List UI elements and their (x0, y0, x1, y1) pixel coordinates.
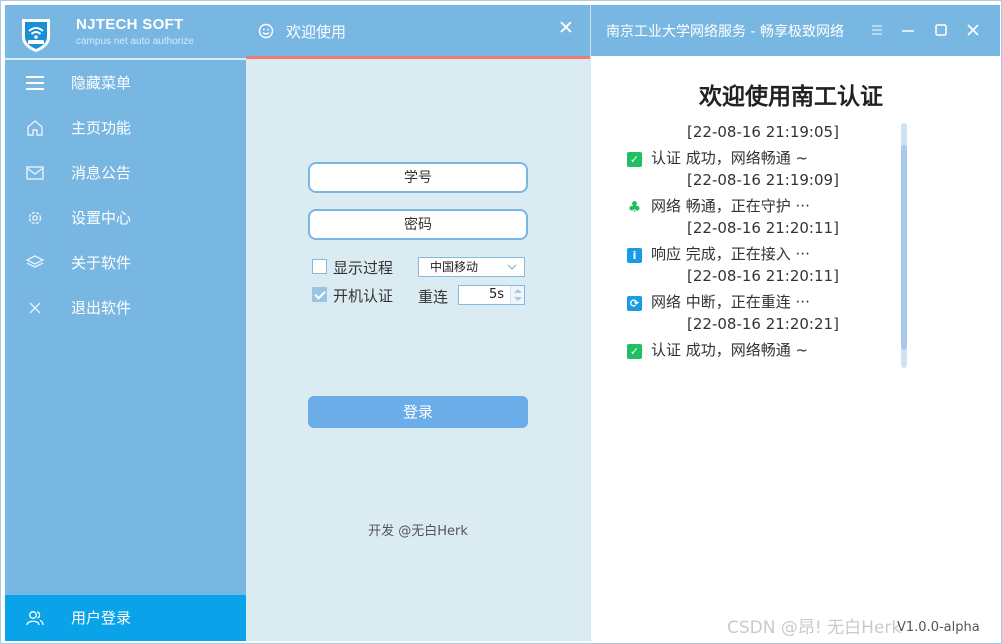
sidebar-item-announcements[interactable]: 消息公告 (5, 150, 246, 195)
brand-header: NJTECH SOFT campus net auto authorize (5, 5, 246, 58)
sidebar-item-exit[interactable]: 退出软件 (5, 285, 246, 330)
sidebar-item-hide-menu[interactable]: 隐藏菜单 (5, 60, 246, 105)
stepper-buttons[interactable] (510, 286, 524, 304)
sidebar-item-settings[interactable]: 设置中心 (5, 195, 246, 240)
log-timestamp: [22-08-16 21:20:21] (687, 315, 839, 333)
sidebar-item-label: 主页功能 (71, 119, 132, 137)
check-icon: ✓ (627, 344, 642, 359)
reconnect-label: 重连 (418, 288, 449, 306)
hamburger-menu-icon (25, 73, 45, 93)
log-message: 认证 成功，网络畅通 ~ (651, 341, 809, 359)
close-window-button[interactable] (963, 20, 983, 40)
log-scrollbar-thumb[interactable] (901, 145, 907, 350)
layers-icon (25, 253, 45, 273)
autostart-auth-label: 开机认证 (333, 287, 394, 305)
gear-icon (25, 208, 45, 228)
show-process-label: 显示过程 (333, 259, 394, 277)
sidebar-item-label: 隐藏菜单 (71, 74, 132, 92)
window-title: 南京工业大学网络服务 - 畅享极致网络 (606, 24, 844, 40)
login-panel: 欢迎使用 ✕ 显示过程 中国移动 开机认证 重连 5s 登录 开发 @无白Her… (246, 5, 590, 641)
refresh-icon: ⟳ (627, 296, 642, 311)
sidebar-item-label: 关于软件 (71, 254, 132, 272)
status-window-titlebar: 南京工业大学网络服务 - 畅享极致网络 (591, 5, 1000, 56)
sidebar-item-label: 消息公告 (71, 164, 132, 182)
sidebar-item-home[interactable]: 主页功能 (5, 105, 246, 150)
reconnect-interval-stepper[interactable]: 5s (458, 285, 525, 305)
log-message: 响应 完成，正在接入 ··· (651, 245, 810, 263)
sidebar-item-about[interactable]: 关于软件 (5, 240, 246, 285)
info-icon: i (627, 248, 642, 263)
login-panel-title: 欢迎使用 (286, 23, 347, 41)
csdn-watermark: CSDN @昂! 无白Herk (727, 618, 902, 638)
close-button[interactable]: ✕ (557, 17, 575, 39)
log-timestamp: [22-08-16 21:20:11] (687, 219, 839, 237)
login-panel-header: 欢迎使用 ✕ (246, 5, 590, 56)
status-window: 南京工业大学网络服务 - 畅享极致网络 欢迎使用南工认证 [22-08-16 2… (590, 5, 1000, 641)
brand-name: NJTECH SOFT (76, 16, 184, 33)
home-icon (25, 118, 45, 138)
log-timestamp: [22-08-16 21:19:05] (687, 123, 839, 141)
version-label: V1.0.0-alpha (897, 620, 980, 635)
login-button[interactable]: 登录 (308, 396, 528, 428)
log-timestamp: [22-08-16 21:20:11] (687, 267, 839, 285)
status-log: [22-08-16 21:19:05] ✓ 认证 成功，网络畅通 ~ [22-0… (623, 123, 913, 373)
clover-icon: ♣ (627, 198, 642, 216)
sidebar-item-label: 退出软件 (71, 299, 132, 317)
developer-credit: 开发 @无白Herk (368, 524, 468, 539)
menu-lines-icon[interactable] (867, 20, 887, 40)
sidebar: NJTECH SOFT campus net auto authorize 隐藏… (5, 5, 246, 641)
isp-select-value: 中国移动 (430, 260, 479, 274)
log-timestamp: [22-08-16 21:19:09] (687, 171, 839, 189)
reconnect-interval-value: 5s (488, 287, 504, 302)
show-process-checkbox[interactable] (312, 259, 327, 274)
student-id-input[interactable] (308, 162, 528, 193)
chevron-down-icon (506, 260, 518, 272)
sidebar-item-user-login[interactable]: 用户登录 (5, 595, 246, 641)
sidebar-item-label: 用户登录 (71, 609, 132, 627)
log-message: 网络 畅通，正在守护 ··· (651, 197, 810, 215)
brand-subtitle: campus net auto authorize (76, 36, 194, 47)
app-window: NJTECH SOFT campus net auto authorize 隐藏… (0, 0, 1002, 644)
stepper-up-icon[interactable] (514, 289, 522, 293)
autostart-auth-checkbox[interactable] (312, 287, 327, 302)
header-accent-line (246, 56, 590, 59)
minimize-button[interactable] (898, 20, 918, 40)
isp-select[interactable]: 中国移动 (418, 257, 525, 277)
log-message: 网络 中断，正在重连 ··· (651, 293, 810, 311)
log-message: 认证 成功，网络畅通 ~ (651, 149, 809, 167)
stepper-down-icon[interactable] (514, 297, 522, 301)
smile-icon (258, 23, 274, 39)
password-input[interactable] (308, 209, 528, 240)
envelope-icon (25, 163, 45, 183)
close-x-icon (25, 298, 45, 318)
users-icon (25, 608, 45, 628)
sidebar-item-label: 设置中心 (71, 209, 132, 227)
check-icon: ✓ (627, 152, 642, 167)
status-main-title: 欢迎使用南工认证 (699, 84, 883, 110)
maximize-button[interactable] (931, 20, 951, 40)
wifi-shield-logo-icon (18, 15, 54, 53)
